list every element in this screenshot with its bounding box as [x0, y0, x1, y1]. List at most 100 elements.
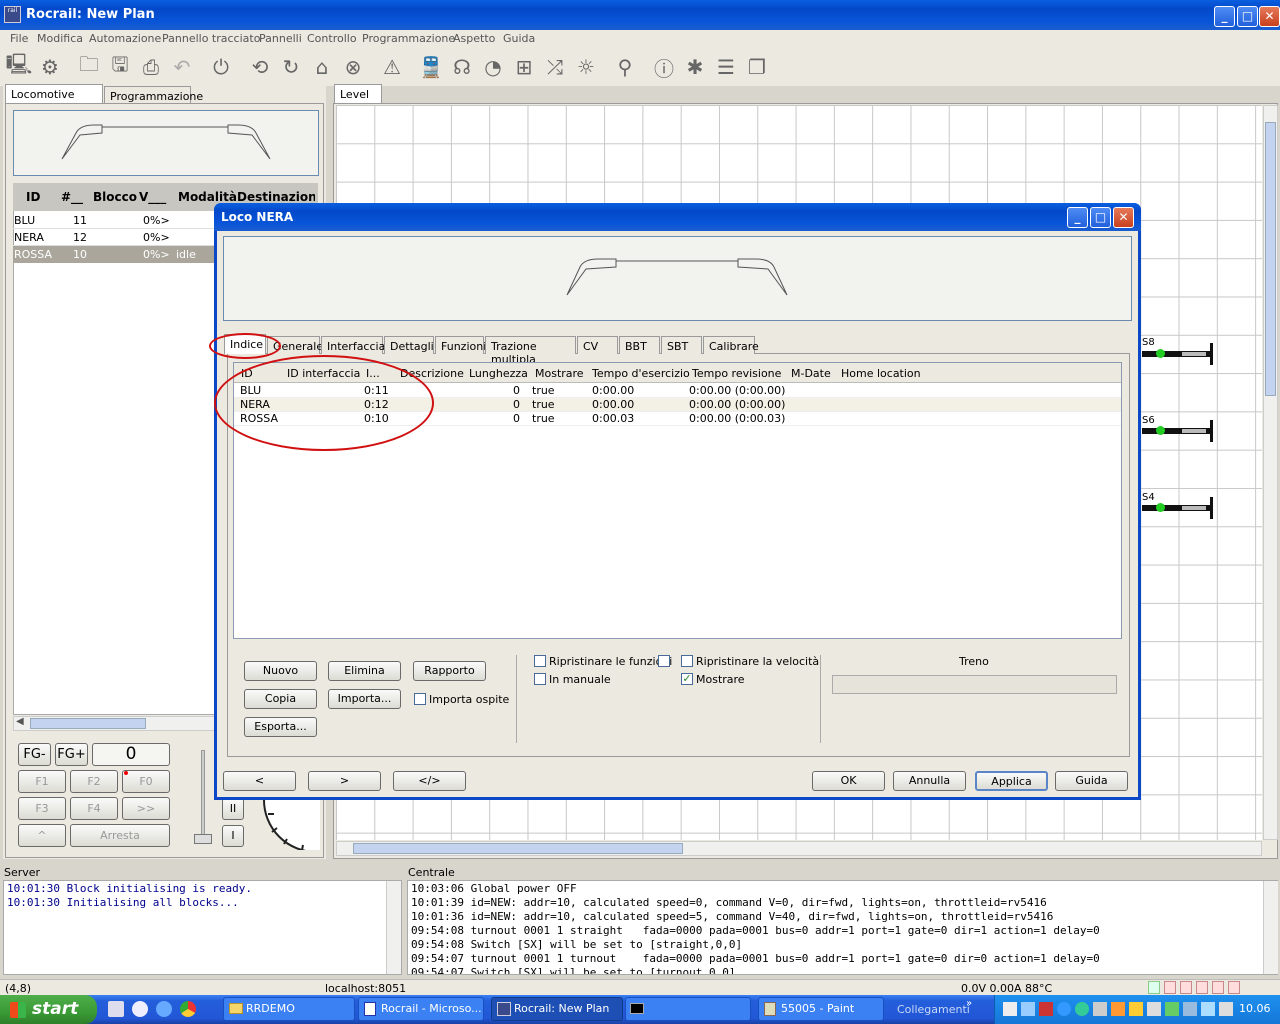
f0-button[interactable]: F0 — [122, 770, 170, 793]
throttle-icon[interactable]: ☊ — [448, 53, 476, 81]
dialog-close-button[interactable]: ✕ — [1113, 207, 1134, 228]
tray-icon[interactable] — [1111, 1002, 1125, 1016]
cancel-circle-icon[interactable]: ⊗ — [339, 53, 367, 81]
pause-button[interactable]: II — [222, 798, 244, 820]
menu-modifica[interactable]: Modifica — [37, 32, 83, 45]
plan-vscrollbar[interactable] — [1263, 105, 1278, 840]
tray-icon[interactable] — [1093, 1002, 1107, 1016]
mostrare-checkbox[interactable]: ✓ — [681, 673, 693, 685]
esporta-button[interactable]: Esporta... — [244, 717, 317, 737]
prev-button[interactable]: < — [223, 771, 296, 791]
direction-button[interactable]: ^ — [18, 824, 66, 847]
ok-button[interactable]: OK — [812, 771, 885, 791]
rapporto-button[interactable]: Rapporto — [413, 661, 486, 681]
tab-interfaccia[interactable]: Interfaccia — [321, 336, 385, 354]
extra-checkbox[interactable] — [658, 655, 670, 667]
network-icon[interactable]: 🖳 — [5, 52, 33, 81]
scroll-left-icon[interactable]: ◀ — [16, 716, 24, 727]
tray-icon[interactable] — [1057, 1002, 1071, 1016]
f2-button[interactable]: F2 — [70, 770, 118, 793]
home-icon[interactable]: ⌂ — [308, 53, 336, 81]
links-label[interactable]: Collegamenti — [897, 1003, 970, 1016]
speedometer-icon[interactable]: ◔ — [479, 53, 507, 81]
print-icon[interactable]: ⎙ — [137, 53, 165, 81]
block-s4[interactable] — [1142, 497, 1214, 519]
tray-icon[interactable] — [1003, 1002, 1017, 1016]
applica-button[interactable]: Applica — [975, 771, 1048, 791]
tab-level-0[interactable]: Level 0 — [334, 84, 382, 114]
f3-button[interactable]: F3 — [18, 797, 66, 820]
pages-icon[interactable]: ❐ — [743, 53, 771, 81]
power-icon[interactable]: ⏻ — [207, 53, 235, 81]
sync-icon[interactable]: ⟲ — [246, 53, 274, 81]
menu-automazione[interactable]: Automazione — [89, 32, 161, 45]
f1-button[interactable]: F1 — [18, 770, 66, 793]
menu-controllo[interactable]: Controllo — [307, 32, 357, 45]
volume-icon[interactable] — [1219, 1002, 1233, 1016]
tray-icon[interactable] — [1183, 1002, 1197, 1016]
col-modalita[interactable]: Modalità — [178, 190, 237, 204]
start-button[interactable]: start — [0, 995, 97, 1024]
info-icon[interactable]: ⓘ — [650, 53, 678, 81]
rotate-icon[interactable]: ↻ — [277, 53, 305, 81]
plan-hscrollbar[interactable] — [336, 841, 1262, 856]
tab-dettagli[interactable]: Dettagli — [384, 336, 434, 354]
tab-funzioni[interactable]: Funzioni — [435, 336, 486, 354]
annulla-button[interactable]: Annulla — [893, 771, 966, 791]
tab-programmazione[interactable]: Programmazione — [104, 86, 203, 104]
col-id[interactable]: ID — [26, 190, 40, 204]
menu-programmazione[interactable]: Programmazione — [362, 32, 455, 45]
dialog-maximize-button[interactable]: □ — [1090, 207, 1111, 228]
centrale-log-vscrollbar[interactable] — [1263, 881, 1278, 974]
col-v[interactable]: V___ — [139, 190, 166, 204]
close-button[interactable]: ✕ — [1259, 6, 1280, 27]
tray-icon[interactable] — [1075, 1002, 1089, 1016]
speed-slider[interactable] — [194, 750, 212, 846]
col-lunghezza[interactable]: Lunghezza — [469, 367, 528, 380]
elimina-button[interactable]: Elimina — [328, 661, 401, 681]
tray-icon[interactable] — [1165, 1002, 1179, 1016]
document-icon[interactable]: ☰ — [712, 53, 740, 81]
col-mostrare[interactable]: Mostrare — [535, 367, 584, 380]
links-chevron-icon[interactable]: » — [966, 998, 972, 1009]
block-s8[interactable] — [1142, 343, 1214, 365]
folder-open-icon[interactable]: 🗀 — [75, 52, 103, 81]
minimize-button[interactable]: _ — [1214, 6, 1235, 27]
block-s6[interactable] — [1142, 420, 1214, 442]
fg-plus-button[interactable]: FG+ — [55, 743, 88, 766]
ie-icon[interactable] — [156, 1001, 172, 1017]
ripristinare-funzioni-checkbox[interactable] — [534, 655, 546, 667]
scroll-thumb[interactable] — [1265, 122, 1276, 396]
tray-icon[interactable] — [1201, 1002, 1215, 1016]
chrome-icon[interactable] — [180, 1001, 196, 1017]
fg-minus-button[interactable]: FG- — [18, 743, 51, 766]
scroll-thumb[interactable] — [30, 718, 146, 729]
dialog-minimize-button[interactable]: _ — [1067, 207, 1088, 228]
arresta-button[interactable]: Arresta — [70, 824, 170, 847]
tab-bbt[interactable]: BBT — [619, 336, 660, 354]
search-icon[interactable]: ⚲ — [611, 53, 639, 81]
f4-button[interactable]: F4 — [70, 797, 118, 820]
tray-icon[interactable] — [1021, 1002, 1035, 1016]
menu-guida[interactable]: Guida — [503, 32, 535, 45]
ripristinare-velocita-checkbox[interactable] — [681, 655, 693, 667]
col-tempo-esercizio[interactable]: Tempo d'esercizio — [592, 367, 690, 380]
train-icon[interactable]: 🚆 — [417, 53, 445, 81]
save-icon[interactable]: 🖫 — [106, 52, 134, 81]
col-blocco[interactable]: Blocco — [93, 190, 137, 204]
tab-trazione-multipla[interactable]: Trazione multipla — [485, 336, 576, 366]
undo-icon[interactable]: ↶ — [168, 53, 196, 81]
tray-icon[interactable] — [1039, 1002, 1053, 1016]
task-paint[interactable]: 55005 - Paint — [758, 997, 884, 1021]
scroll-thumb[interactable] — [353, 843, 683, 854]
col-tempo-revisione[interactable]: Tempo revisione — [692, 367, 781, 380]
shuffle-icon[interactable]: ⤮ — [541, 53, 569, 81]
importa-ospite-checkbox[interactable] — [414, 693, 426, 705]
tab-calibrare[interactable]: Calibrare — [703, 336, 759, 354]
one-button[interactable]: I — [222, 825, 244, 847]
menu-pannello-tracciato[interactable]: Pannello tracciato — [162, 32, 260, 45]
tab-cv[interactable]: CV — [577, 336, 618, 354]
col-m-date[interactable]: M-Date — [791, 367, 831, 380]
gear-icon[interactable]: ⚙ — [36, 53, 64, 81]
copia-button[interactable]: Copia — [244, 689, 317, 709]
